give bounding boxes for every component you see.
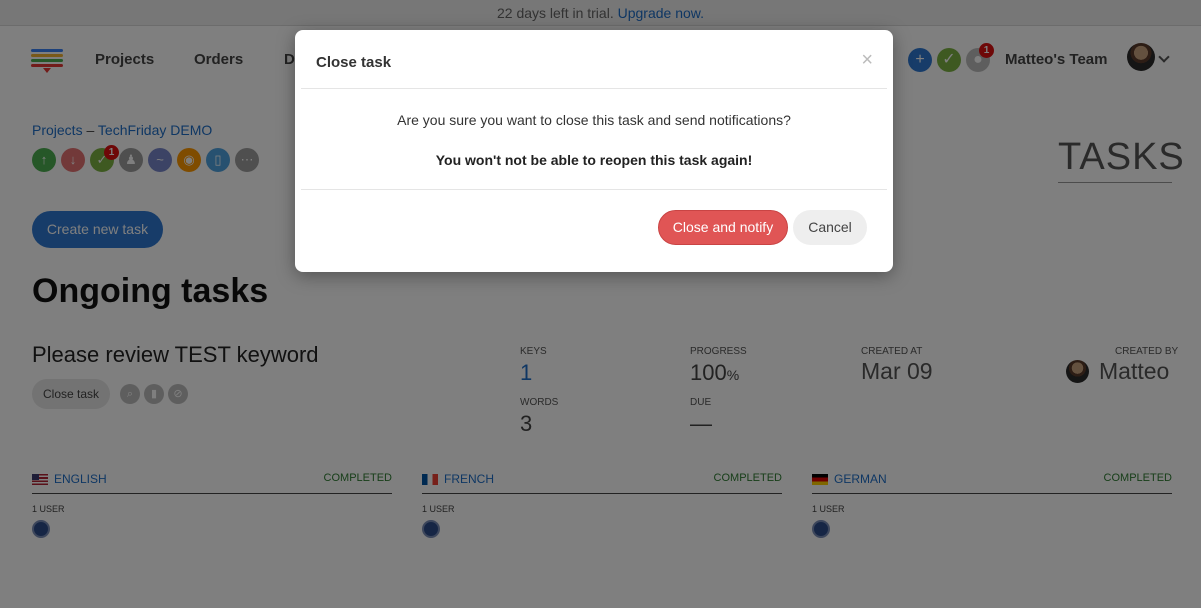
dialog-warning: You won't not be able to reopen this tas… — [435, 152, 753, 168]
close-task-dialog: Close task × Are you sure you want to cl… — [295, 30, 893, 272]
cancel-button[interactable]: Cancel — [793, 210, 867, 245]
close-and-notify-button[interactable]: Close and notify — [658, 210, 788, 245]
dialog-message: Are you sure you want to close this task… — [397, 112, 791, 128]
dialog-divider — [301, 88, 887, 89]
dialog-title: Close task — [316, 54, 392, 71]
close-icon[interactable]: × — [861, 50, 873, 70]
dialog-divider — [301, 189, 887, 190]
